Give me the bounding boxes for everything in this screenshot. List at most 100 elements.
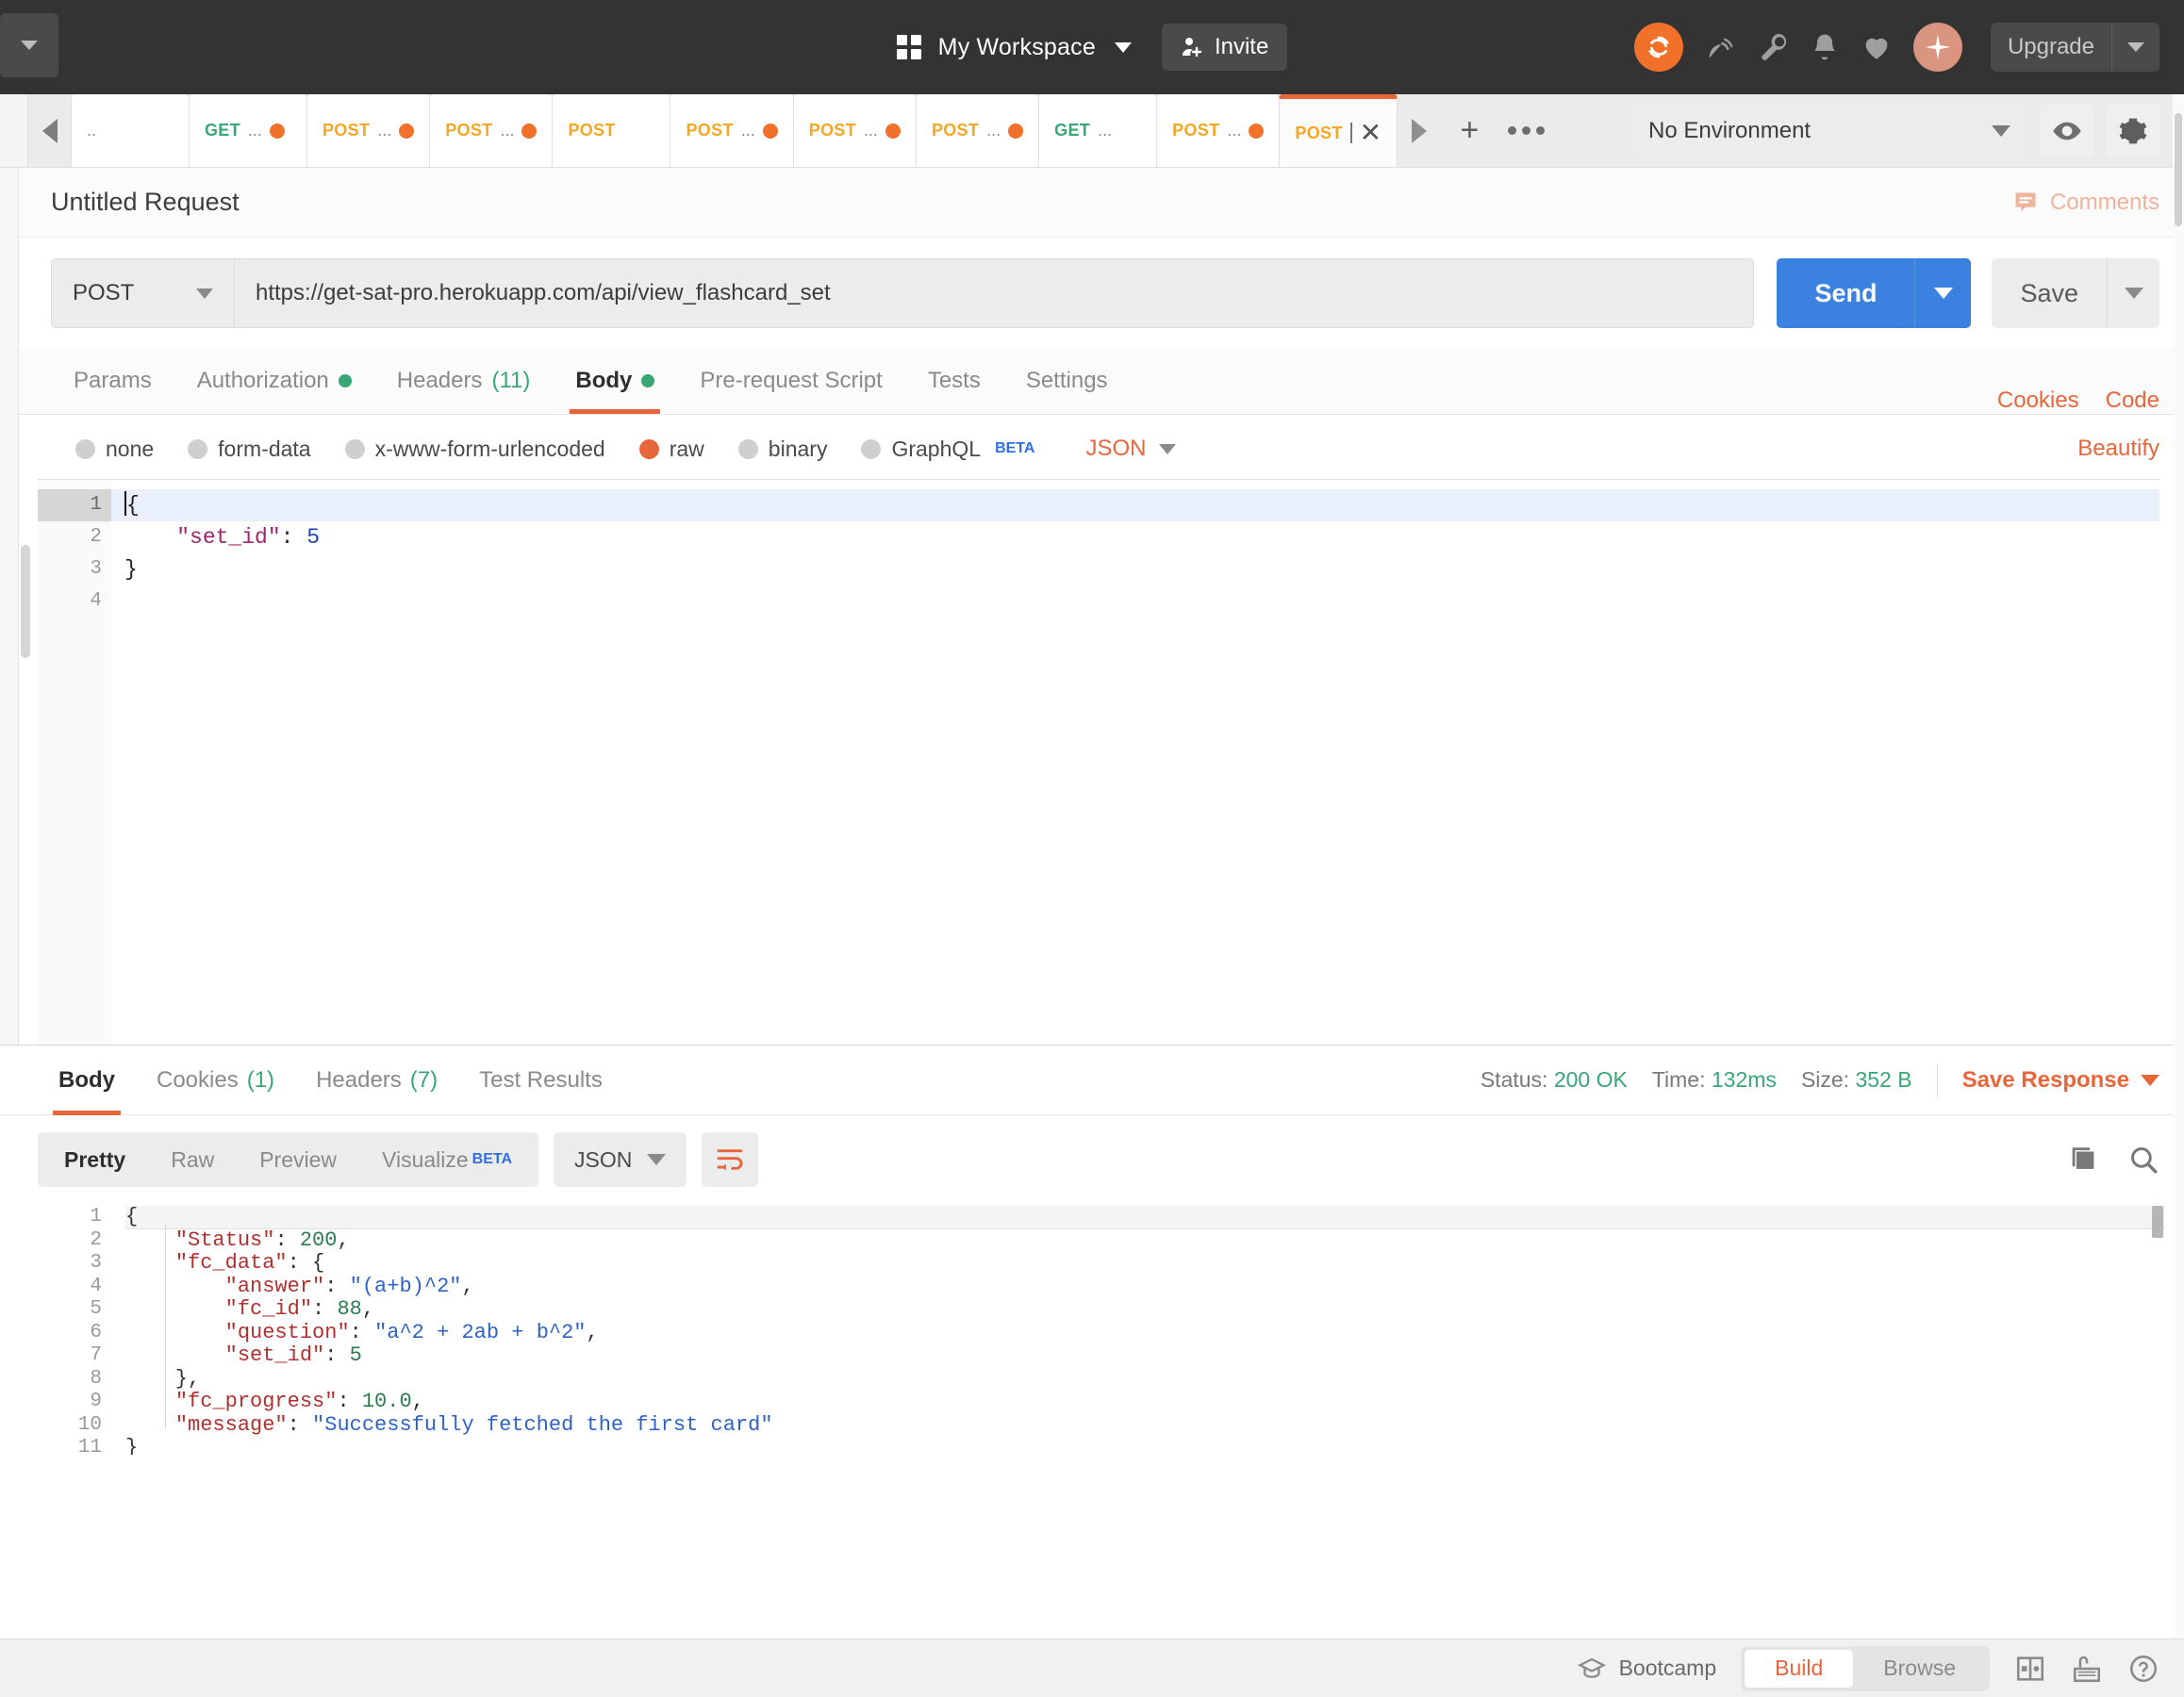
code-token: } — [124, 557, 138, 582]
request-tab-tests[interactable]: Tests — [905, 348, 1003, 414]
request-tab[interactable]: POST... — [792, 94, 917, 167]
body-type-raw[interactable]: raw — [638, 437, 704, 462]
request-tab-authorization[interactable]: Authorization — [174, 348, 374, 414]
response-tab-test-results[interactable]: Test Results — [458, 1046, 623, 1115]
code-token: "Status" — [174, 1227, 275, 1252]
request-tab[interactable]: POST... — [1156, 94, 1281, 167]
main-scrollbar[interactable] — [2173, 94, 2184, 1639]
wrap-lines-button[interactable] — [702, 1132, 759, 1187]
request-body-editor[interactable]: 1 2 3 4 { "set_id": 5} — [38, 479, 2159, 1045]
view-mode-visualize[interactable]: Visualize BETA — [359, 1136, 535, 1183]
mode-browse[interactable]: Browse — [1853, 1650, 1986, 1688]
sidebar-peek[interactable] — [0, 94, 28, 167]
response-tab-cookies[interactable]: Cookies (1) — [136, 1046, 295, 1115]
request-tab-headers[interactable]: Headers (11) — [374, 348, 554, 414]
beautify-button[interactable]: Beautify — [2077, 436, 2159, 462]
request-tab[interactable]: POST ✕ — [1279, 94, 1398, 167]
chevron-down-icon[interactable] — [1114, 41, 1132, 53]
body-type-graphql[interactable]: GraphQL BETA — [861, 437, 1034, 462]
request-tab-settings[interactable]: Settings — [1003, 348, 1131, 414]
environment-select[interactable]: No Environment — [1631, 101, 2027, 160]
page-title[interactable]: Untitled Request — [51, 188, 240, 217]
response-tab-body[interactable]: Body — [38, 1046, 136, 1115]
code-link[interactable]: Code — [2106, 387, 2159, 414]
request-tab[interactable]: POST... — [306, 94, 431, 167]
body-format-select[interactable]: JSON — [1085, 436, 1177, 462]
workspace-grid-icon — [896, 35, 921, 59]
two-pane-layout-icon[interactable] — [2014, 1653, 2046, 1685]
tab-method-label: POST — [1295, 123, 1343, 142]
view-mode-label: Pretty — [64, 1146, 126, 1172]
close-icon[interactable]: ✕ — [1360, 120, 1382, 146]
satellite-icon[interactable] — [1704, 31, 1736, 63]
new-tab-button[interactable]: + — [1441, 112, 1497, 149]
invite-button[interactable]: Invite — [1161, 24, 1288, 71]
body-type-form-data[interactable]: form-data — [188, 437, 311, 462]
send-button[interactable]: Send — [1777, 258, 1915, 328]
editor-code[interactable]: { "set_id": 5} — [111, 480, 2159, 1045]
search-icon[interactable] — [2127, 1144, 2159, 1176]
response-tab-headers[interactable]: Headers (7) — [295, 1046, 458, 1115]
tab-method-label: POST — [568, 121, 616, 140]
size-value: 352 B — [1855, 1067, 1912, 1092]
comments-button[interactable]: Comments — [2012, 189, 2159, 216]
keyboard-shortcuts-icon[interactable] — [2071, 1653, 2103, 1685]
tabs-scroll-right-button[interactable] — [1398, 94, 1441, 167]
view-mode-preview[interactable]: Preview — [237, 1136, 359, 1183]
bootcamp-button[interactable]: Bootcamp — [1577, 1655, 1716, 1683]
code-token: , — [361, 1297, 375, 1321]
request-tab[interactable]: GET... — [189, 94, 307, 167]
request-tab[interactable]: .. — [71, 94, 190, 167]
response-format-select[interactable]: JSON — [554, 1132, 687, 1187]
wrench-icon[interactable] — [1757, 31, 1789, 63]
code-token: } — [125, 1436, 139, 1455]
code-line: "fc_progress": 10.0, — [125, 1390, 2165, 1414]
tabs-scroll-left-button[interactable] — [28, 94, 72, 167]
gear-icon — [2119, 118, 2147, 143]
heart-icon[interactable] — [1861, 31, 1893, 63]
request-tab-pre-request-script[interactable]: Pre-request Script — [677, 348, 904, 414]
tab-count-badge: (11) — [491, 368, 531, 393]
upgrade-dropdown-button[interactable] — [2112, 31, 2159, 63]
body-type-binary[interactable]: binary — [737, 437, 827, 462]
request-tab[interactable]: POST... — [670, 94, 794, 167]
help-icon[interactable] — [2127, 1653, 2159, 1685]
tab-options-button[interactable] — [1497, 126, 1554, 135]
environment-settings-button[interactable] — [2107, 104, 2159, 157]
mode-build[interactable]: Build — [1745, 1649, 1854, 1688]
request-tab-params[interactable]: Params — [51, 348, 174, 414]
code-token: "Successfully fetched the first card" — [312, 1412, 773, 1437]
http-method-select[interactable]: POST — [51, 258, 234, 328]
environment-quick-look-button[interactable] — [2041, 104, 2093, 157]
copy-icon[interactable] — [2067, 1144, 2099, 1176]
view-mode-raw[interactable]: Raw — [148, 1136, 237, 1183]
save-button[interactable]: Save — [1992, 258, 2107, 328]
response-scrollbar-thumb[interactable] — [2152, 1206, 2163, 1238]
body-type-label: none — [106, 436, 155, 461]
cookies-link[interactable]: Cookies — [1997, 387, 2079, 414]
request-tab[interactable]: POST — [552, 94, 671, 167]
request-tab[interactable]: POST... — [429, 94, 554, 167]
code-token: "a^2 + 2ab + b^2" — [374, 1320, 587, 1344]
bell-icon[interactable] — [1810, 31, 1840, 63]
send-options-button[interactable] — [1914, 258, 1972, 328]
request-tab-body[interactable]: Body — [553, 348, 677, 414]
sync-icon[interactable] — [1633, 23, 1683, 72]
sidebar-scrollbar-thumb[interactable] — [21, 545, 30, 658]
upgrade-control[interactable]: Upgrade — [1990, 23, 2159, 72]
response-body-viewer[interactable]: 1 2 3 4 5 6 7 8 9 10 11 { "Status": 200, "fc_data"… — [38, 1202, 2165, 1455]
body-type-none[interactable]: none — [75, 437, 154, 462]
body-type-x-www-form-urlencoded[interactable]: x-www-form-urlencoded — [344, 437, 605, 462]
chevron-down-icon — [1159, 443, 1177, 454]
save-response-button[interactable]: Save Response — [1962, 1067, 2159, 1094]
save-options-button[interactable] — [2107, 258, 2159, 328]
request-tab[interactable]: POST... — [915, 94, 1040, 167]
workspace-name[interactable]: My Workspace — [938, 34, 1096, 61]
main-scrollbar-thumb[interactable] — [2175, 113, 2182, 226]
url-input[interactable]: https://get-sat-pro.herokuapp.com/api/vi… — [234, 258, 1755, 328]
sparkle-icon[interactable] — [1912, 23, 1962, 72]
view-mode-pretty[interactable]: Pretty — [41, 1136, 148, 1183]
sidebar-collapse-stub[interactable] — [0, 13, 58, 77]
response-code[interactable]: { "Status": 200, "fc_data": { "answer": … — [115, 1202, 2165, 1455]
request-tab[interactable]: GET... — [1038, 94, 1158, 167]
